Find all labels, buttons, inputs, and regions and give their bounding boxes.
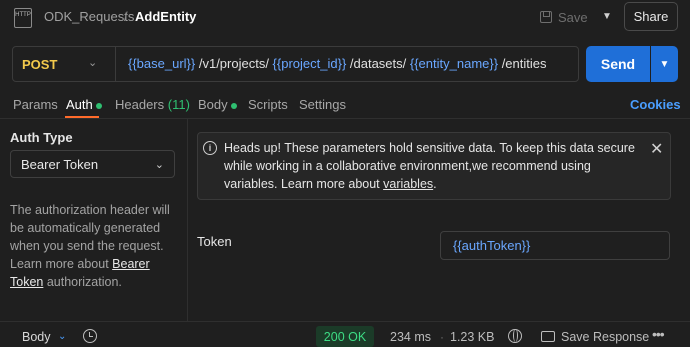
headers-count-badge: (11) (167, 97, 190, 112)
token-input[interactable]: {{authToken}} (440, 231, 670, 260)
chevron-down-icon: ⌄ (154, 158, 164, 171)
save-icon (540, 11, 552, 23)
method-select[interactable]: POST (22, 57, 57, 72)
url-variable: {{project_id}} (272, 56, 347, 71)
method-chevron-down-icon[interactable]: ⌄ (88, 56, 97, 69)
breadcrumb-separator: / (124, 9, 128, 24)
url-variable: {{base_url}} (128, 56, 196, 71)
tab-params[interactable]: Params (13, 97, 58, 112)
alert-message-suffix: . (433, 177, 437, 191)
tab-body-label: Body (198, 97, 228, 112)
status-badge: 200 OK (316, 326, 374, 347)
cookies-link[interactable]: Cookies (630, 97, 681, 112)
url-input[interactable]: {{base_url}} /v1/projects/ {{project_id}… (128, 56, 547, 71)
response-body-toggle[interactable]: Body (22, 330, 51, 344)
breadcrumb-collection[interactable]: ODK_Requests (44, 9, 134, 24)
tab-body-active-dot-icon (230, 102, 237, 109)
send-button[interactable]: Send (586, 46, 650, 82)
http-request-icon: HTTP (14, 8, 32, 28)
url-path-segment: /entities (498, 56, 547, 71)
separator-dot: · (440, 330, 444, 344)
save-response-button[interactable]: Save Response (561, 330, 649, 344)
tab-settings[interactable]: Settings (299, 97, 346, 112)
chevron-down-icon[interactable]: ⌄ (58, 331, 66, 342)
tab-auth-label: Auth (66, 97, 93, 112)
tab-headers-label: Headers (115, 97, 165, 112)
send-options-chevron-icon[interactable]: ▼ (651, 46, 678, 82)
tab-headers[interactable]: Headers (11) (115, 97, 190, 112)
history-icon[interactable] (83, 329, 97, 343)
tab-body[interactable]: Body (198, 97, 237, 112)
auth-description: The authorization header will be automat… (10, 201, 180, 291)
response-bar-divider (0, 321, 690, 322)
response-time: 234 ms (390, 330, 431, 344)
auth-description-suffix: authorization. (43, 275, 122, 289)
save-options-chevron-icon[interactable]: ▼ (598, 4, 616, 28)
http-icon-label: HTTP (15, 12, 31, 18)
tab-auth-active-dot-icon (95, 102, 102, 109)
variables-link[interactable]: variables (383, 177, 433, 191)
save-response-icon (541, 331, 555, 342)
panel-divider (187, 119, 188, 321)
close-icon[interactable]: ✕ (650, 139, 663, 159)
url-path-segment: /v1/projects/ (195, 56, 273, 71)
url-path-segment: /datasets/ (346, 56, 410, 71)
save-button[interactable]: Save (540, 7, 592, 27)
auth-type-label: Auth Type (10, 130, 73, 145)
tab-divider (0, 118, 690, 119)
tab-scripts[interactable]: Scripts (248, 97, 288, 112)
share-button[interactable]: Share (624, 2, 678, 31)
network-globe-icon[interactable] (508, 329, 522, 343)
response-size: 1.23 KB (450, 330, 495, 344)
tab-auth[interactable]: Auth (66, 97, 102, 112)
auth-type-select[interactable]: Bearer Token ⌄ (10, 150, 175, 178)
breadcrumb-request-name[interactable]: AddEntity (135, 9, 196, 24)
save-label: Save (558, 9, 588, 25)
alert-message: Heads up! These parameters hold sensitiv… (224, 139, 644, 193)
url-divider (115, 47, 116, 81)
more-options-icon[interactable]: ••• (652, 326, 665, 342)
token-label: Token (197, 234, 232, 249)
info-icon: i (203, 141, 217, 155)
auth-type-value: Bearer Token (21, 156, 99, 172)
url-variable: {{entity_name}} (409, 56, 499, 71)
